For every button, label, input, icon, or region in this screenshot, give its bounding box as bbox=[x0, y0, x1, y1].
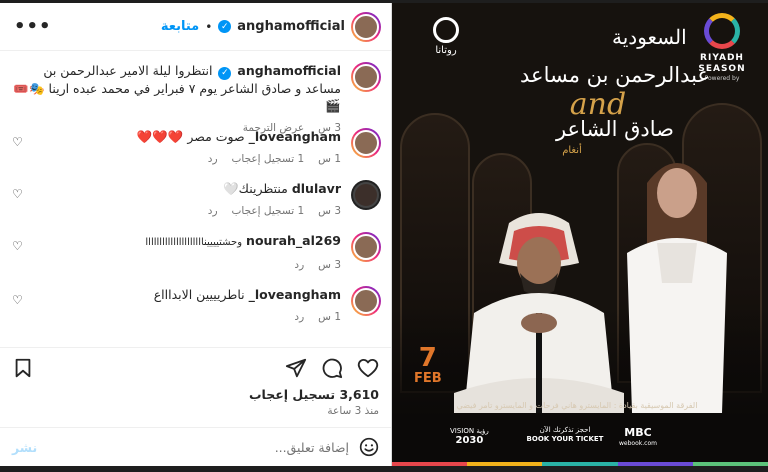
post-comment-button[interactable]: نشر bbox=[12, 440, 37, 455]
comment-username[interactable]: _loveangham bbox=[249, 287, 341, 302]
comment-avatar[interactable] bbox=[351, 232, 381, 262]
emoji-icon[interactable] bbox=[359, 437, 379, 457]
comment-text: منتظرينك🤍 bbox=[223, 181, 288, 196]
comment-avatar[interactable] bbox=[351, 128, 381, 158]
comment-input[interactable]: إضافة تعليق... bbox=[275, 440, 349, 455]
comment-username[interactable]: nourah_al269 bbox=[246, 233, 341, 248]
post-time: منذ 3 ساعة bbox=[327, 405, 379, 417]
comment-time: 1 س bbox=[318, 311, 341, 323]
comment-like-heart-icon[interactable]: ♡ bbox=[12, 187, 26, 201]
backdrop[interactable]: ••• متابعة • ✓ anghamofficial anghamoffi… bbox=[0, 0, 768, 472]
comments-list[interactable]: anghamofficial ✓ انتظروا ليلة الامير عبد… bbox=[0, 52, 391, 345]
comment-icon[interactable] bbox=[321, 357, 343, 379]
reply-button[interactable]: رد bbox=[208, 205, 218, 217]
riyadh-season-ring-icon bbox=[704, 13, 740, 49]
header-user: متابعة • ✓ anghamofficial bbox=[161, 11, 381, 42]
book-ticket-text: احجز تذكرتك الآن BOOK YOUR TICKET bbox=[526, 426, 604, 443]
comment-username[interactable]: dlulavr bbox=[292, 181, 341, 196]
brand-color-bar bbox=[392, 462, 768, 466]
comment-username[interactable]: _loveangham bbox=[249, 129, 341, 144]
comment-time: 3 س bbox=[318, 205, 341, 217]
share-icon[interactable] bbox=[285, 357, 307, 379]
comment-avatar[interactable] bbox=[351, 180, 381, 210]
caption-text: anghamofficial ✓ انتظروا ليلة الامير عبد… bbox=[12, 62, 341, 114]
woman-figure bbox=[627, 163, 727, 413]
poster-name-2: صادق الشاعر bbox=[555, 117, 675, 141]
comment-text: ناطريييين الابداااع bbox=[153, 287, 245, 302]
save-bookmark-icon[interactable] bbox=[12, 357, 34, 379]
poster-credits: الفرقة الموسيقية بقيادة : المايسترو هاني… bbox=[456, 401, 698, 410]
comment: ♡ _loveangham صوت مصر ❤️❤️❤️ 1 س 1 تسجيل… bbox=[0, 128, 391, 165]
poster-name-1: عبدالرحمن بن مساعد bbox=[520, 63, 710, 87]
comment-time: 3 س bbox=[318, 259, 341, 271]
man-figure bbox=[454, 213, 624, 413]
comment-likes-count[interactable]: 1 تسجيل إعجاب bbox=[232, 153, 305, 165]
post-image[interactable]: RIYADH SEASON Powered by السعودية روتانا… bbox=[392, 3, 768, 466]
separator-dot: • bbox=[205, 19, 213, 34]
comments-pane: ••• متابعة • ✓ anghamofficial anghamoffi… bbox=[0, 3, 392, 466]
likes-count[interactable]: 3,610 تسجيل إعجاب bbox=[0, 379, 391, 402]
comment: ♡ _loveangham ناطريييين الابداااع 1 س رد bbox=[0, 286, 391, 323]
header-username[interactable]: anghamofficial bbox=[237, 19, 345, 34]
comment: ♡ dlulavr منتظرينك🤍 3 س 1 تسجيل إعجاب رد bbox=[0, 180, 391, 217]
caption-avatar[interactable] bbox=[351, 62, 381, 92]
comment-time: 1 س bbox=[318, 153, 341, 165]
comment-like-heart-icon[interactable]: ♡ bbox=[12, 135, 26, 149]
rotana-logo: روتانا bbox=[416, 17, 476, 56]
caption-username[interactable]: anghamofficial bbox=[237, 63, 341, 78]
comment-likes-count[interactable]: 1 تسجيل إعجاب bbox=[232, 205, 305, 217]
comment: ♡ nourah_al269 وحشتييييناااااااااااااااا… bbox=[0, 232, 391, 271]
poster-angham: أنغام bbox=[562, 145, 582, 156]
reply-button[interactable]: رد bbox=[294, 311, 304, 323]
comment-text: وحشتيييينااااااااااااااااااااا bbox=[145, 237, 243, 248]
saudi-logo: السعودية bbox=[612, 25, 687, 49]
reply-button[interactable]: رد bbox=[208, 153, 218, 165]
mbc-webook-logo: MBC webook.com bbox=[619, 426, 657, 447]
verified-icon: ✓ bbox=[218, 67, 232, 80]
comment-avatar[interactable] bbox=[351, 286, 381, 316]
comment-like-heart-icon[interactable]: ♡ bbox=[12, 239, 26, 253]
comment-text: صوت مصر ❤️❤️❤️ bbox=[136, 129, 245, 144]
poster-date: 7 FEB bbox=[414, 343, 442, 386]
post-actions: 3,610 تسجيل إعجاب منذ 3 ساعة bbox=[0, 347, 391, 425]
follow-button[interactable]: متابعة bbox=[161, 19, 199, 34]
rotana-icon bbox=[433, 17, 459, 43]
caption: anghamofficial ✓ انتظروا ليلة الامير عبد… bbox=[0, 62, 391, 134]
more-options-button[interactable]: ••• bbox=[14, 16, 52, 37]
vision-2030-logo: VISION رؤية 2030 bbox=[450, 427, 489, 446]
header-avatar[interactable] bbox=[351, 11, 381, 42]
comment-composer: نشر إضافة تعليق... bbox=[0, 427, 391, 466]
comment-like-heart-icon[interactable]: ♡ bbox=[12, 293, 26, 307]
like-heart-icon[interactable] bbox=[357, 357, 379, 379]
post-modal: ••• متابعة • ✓ anghamofficial anghamoffi… bbox=[0, 3, 768, 466]
post-header: ••• متابعة • ✓ anghamofficial bbox=[0, 3, 391, 51]
reply-button[interactable]: رد bbox=[294, 259, 304, 271]
verified-icon: ✓ bbox=[218, 20, 232, 33]
